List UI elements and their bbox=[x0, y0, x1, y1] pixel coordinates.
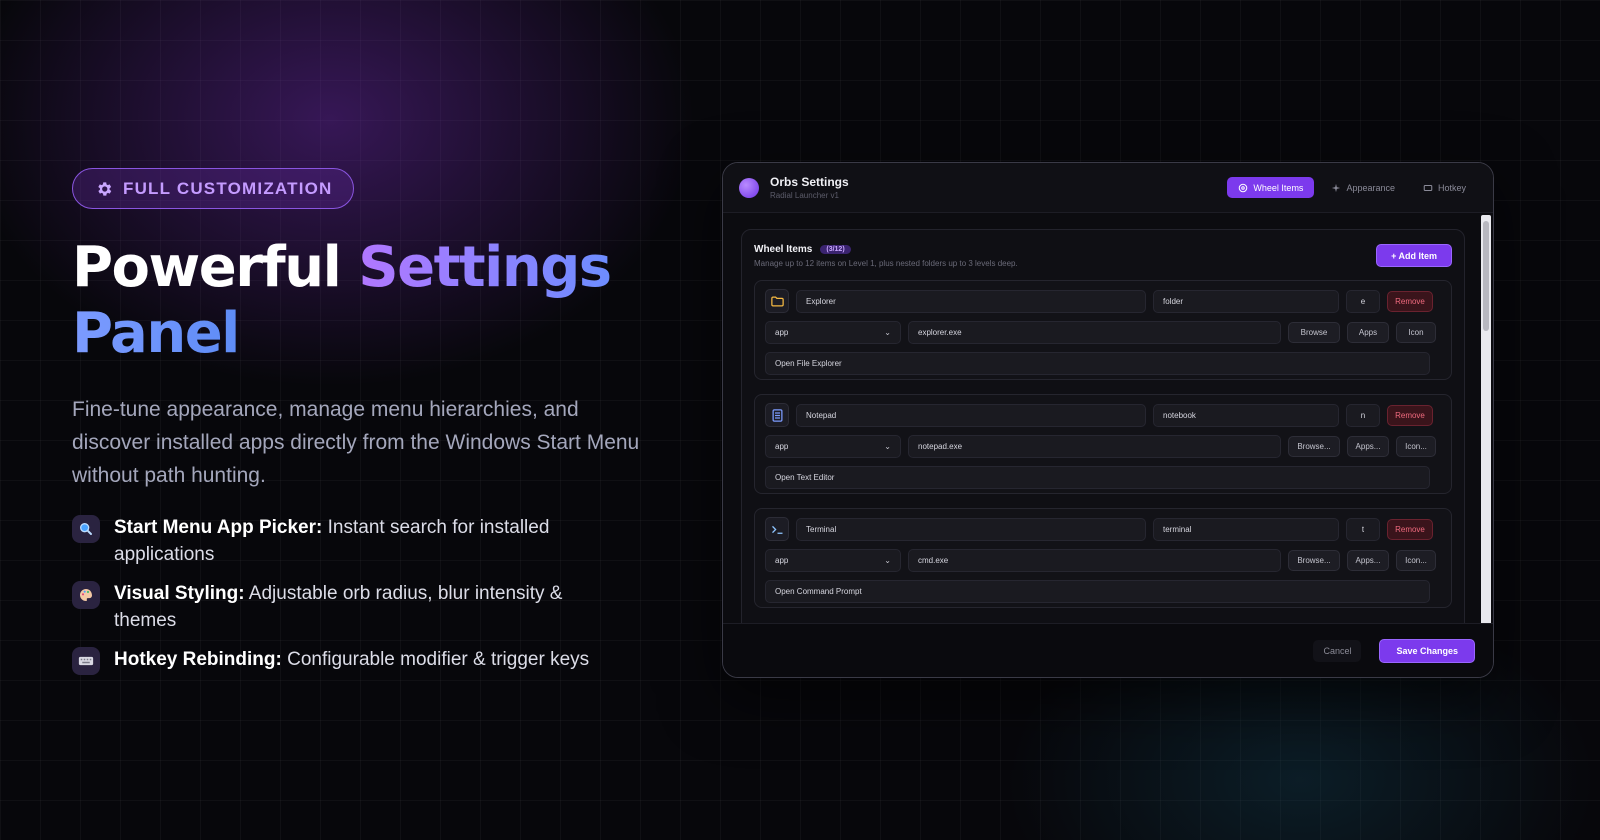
section-title: Wheel Items (3/12) bbox=[754, 244, 1018, 255]
item-name-input[interactable]: Explorer bbox=[796, 289, 1146, 313]
tab-wheel-items[interactable]: Wheel Items bbox=[1227, 177, 1315, 198]
item-description-input[interactable]: Open Text Editor bbox=[765, 466, 1430, 489]
add-item-button[interactable]: + Add Item bbox=[1376, 244, 1452, 267]
item-key-input[interactable]: t bbox=[1346, 517, 1380, 541]
tab-appearance[interactable]: Appearance bbox=[1320, 177, 1406, 198]
list-item: Start Menu App Picker: Instant search fo… bbox=[72, 514, 672, 568]
feature-text: Configurable modifier & trigger keys bbox=[281, 649, 590, 670]
lede-paragraph: Fine-tune appearance, manage menu hierar… bbox=[72, 398, 640, 487]
item-path-input[interactable]: cmd.exe bbox=[908, 549, 1281, 572]
window-footer: Cancel Save Changes bbox=[723, 623, 1493, 677]
page-title: Powerful Settings Panel bbox=[72, 235, 672, 367]
save-button[interactable]: Save Changes bbox=[1379, 638, 1475, 663]
cancel-button[interactable]: Cancel bbox=[1313, 639, 1362, 662]
item-key-input[interactable]: e bbox=[1346, 289, 1380, 313]
list-item: Explorer folder e Remove app ⌄ explorer.… bbox=[754, 280, 1452, 380]
hero: FULL CUSTOMIZATION Powerful Settings Pan… bbox=[72, 168, 672, 687]
icon-button[interactable]: Icon... bbox=[1396, 550, 1436, 571]
list-item: Hotkey Rebinding: Configurable modifier … bbox=[72, 646, 672, 675]
headline-line2: Panel bbox=[72, 301, 240, 366]
scrollbar[interactable] bbox=[1481, 215, 1491, 625]
wheel-items-section: Wheel Items (3/12) Manage up to 12 items… bbox=[741, 229, 1465, 625]
item-key-input[interactable]: n bbox=[1346, 403, 1380, 427]
list-item: Terminal terminal t Remove app ⌄ cmd.exe… bbox=[754, 508, 1452, 608]
search-icon bbox=[72, 515, 100, 543]
keyboard-icon bbox=[72, 647, 100, 675]
headline-gradient: Settings bbox=[358, 235, 612, 300]
item-type-select[interactable]: app ⌄ bbox=[765, 549, 901, 572]
chevron-down-icon: ⌄ bbox=[884, 556, 891, 565]
tab-hotkey[interactable]: Hotkey bbox=[1412, 177, 1477, 198]
item-name-input[interactable]: Notepad bbox=[796, 403, 1146, 427]
badge-label: FULL CUSTOMIZATION bbox=[123, 178, 333, 198]
item-description-input[interactable]: Open File Explorer bbox=[765, 352, 1430, 375]
palette-icon bbox=[72, 581, 100, 609]
item-id-input[interactable]: folder bbox=[1153, 289, 1339, 313]
remove-button[interactable]: Remove bbox=[1387, 290, 1433, 312]
apps-button[interactable]: Apps bbox=[1347, 322, 1389, 343]
item-count-badge: (3/12) bbox=[820, 245, 851, 254]
browse-button[interactable]: Browse bbox=[1288, 322, 1340, 343]
feature-title: Visual Styling: bbox=[114, 583, 245, 604]
item-type-select[interactable]: app ⌄ bbox=[765, 321, 901, 344]
browse-button[interactable]: Browse... bbox=[1288, 436, 1340, 457]
gear-icon bbox=[98, 181, 112, 196]
remove-button[interactable]: Remove bbox=[1387, 404, 1433, 426]
terminal-icon[interactable] bbox=[765, 517, 789, 541]
settings-window: Orbs Settings Radial Launcher v1 Wheel I… bbox=[722, 162, 1494, 678]
chevron-down-icon: ⌄ bbox=[884, 328, 891, 337]
remove-button[interactable]: Remove bbox=[1387, 518, 1433, 540]
window-subtitle: Radial Launcher v1 bbox=[770, 191, 839, 200]
notepad-icon[interactable] bbox=[765, 403, 789, 427]
apps-button[interactable]: Apps... bbox=[1347, 436, 1389, 457]
folder-icon[interactable] bbox=[765, 289, 789, 313]
item-type-select[interactable]: app ⌄ bbox=[765, 435, 901, 458]
item-id-input[interactable]: notebook bbox=[1153, 403, 1339, 427]
sparkle-icon bbox=[1332, 183, 1341, 192]
window-title: Orbs Settings bbox=[770, 175, 849, 189]
icon-button[interactable]: Icon bbox=[1396, 322, 1436, 343]
window-body: Wheel Items (3/12) Manage up to 12 items… bbox=[723, 213, 1481, 625]
apps-button[interactable]: Apps... bbox=[1347, 550, 1389, 571]
tab-bar: Wheel Items Appearance Hotkey bbox=[1227, 177, 1477, 198]
browse-button[interactable]: Browse... bbox=[1288, 550, 1340, 571]
feature-list: Start Menu App Picker: Instant search fo… bbox=[72, 514, 672, 675]
feature-badge: FULL CUSTOMIZATION bbox=[72, 168, 354, 209]
item-path-input[interactable]: notepad.exe bbox=[908, 435, 1281, 458]
scroll-thumb[interactable] bbox=[1483, 221, 1489, 331]
chevron-down-icon: ⌄ bbox=[884, 442, 891, 451]
icon-button[interactable]: Icon... bbox=[1396, 436, 1436, 457]
list-item: Visual Styling: Adjustable orb radius, b… bbox=[72, 580, 672, 634]
window-header: Orbs Settings Radial Launcher v1 Wheel I… bbox=[723, 163, 1493, 213]
wheel-icon bbox=[1239, 183, 1248, 192]
section-description: Manage up to 12 items on Level 1, plus n… bbox=[754, 259, 1018, 268]
orb-logo-icon bbox=[739, 177, 759, 198]
item-id-input[interactable]: terminal bbox=[1153, 517, 1339, 541]
list-item: Notepad notebook n Remove app ⌄ notepad.… bbox=[754, 394, 1452, 494]
headline-white: Powerful bbox=[72, 235, 342, 300]
item-description-input[interactable]: Open Command Prompt bbox=[765, 580, 1430, 603]
item-path-input[interactable]: explorer.exe bbox=[908, 321, 1281, 344]
feature-title: Start Menu App Picker: bbox=[114, 517, 323, 538]
feature-title: Hotkey Rebinding: bbox=[114, 649, 282, 670]
keyboard-icon bbox=[1423, 184, 1433, 191]
item-name-input[interactable]: Terminal bbox=[796, 517, 1146, 541]
